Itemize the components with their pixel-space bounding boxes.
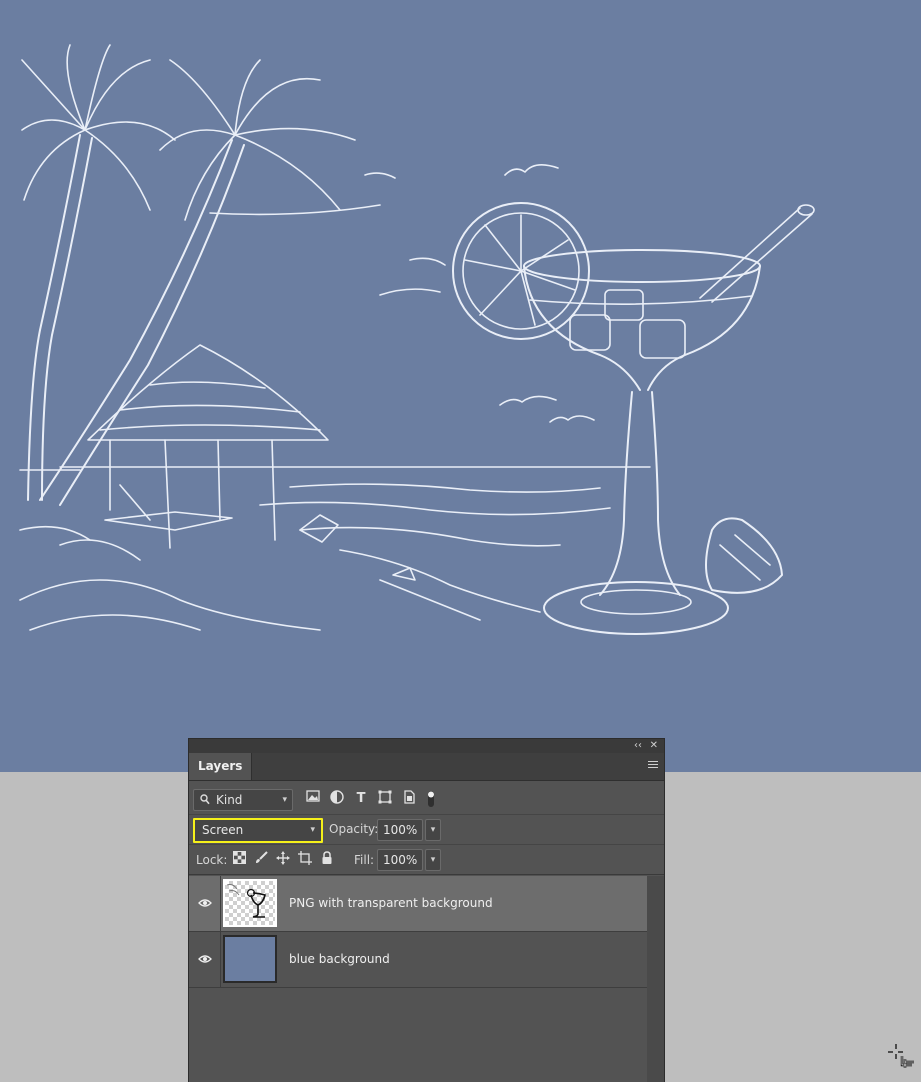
document-canvas[interactable] (0, 0, 921, 772)
chevron-down-icon: ▾ (282, 795, 287, 805)
lock-artboard-icon[interactable] (297, 851, 313, 867)
eye-icon (198, 955, 212, 963)
adjustment-filter-icon[interactable] (329, 790, 345, 808)
collapse-panel-icon[interactable]: ‹‹ (634, 739, 642, 753)
filter-toggle-icon[interactable] (423, 790, 439, 808)
filter-kind-label: Kind (216, 793, 243, 807)
close-panel-icon[interactable]: ✕ (650, 739, 658, 753)
layer-thumbnail[interactable] (223, 935, 277, 983)
smart-object-filter-icon[interactable] (401, 790, 417, 808)
fill-dropdown-button[interactable]: ▾ (425, 849, 441, 871)
opacity-field[interactable]: 100% (377, 819, 423, 841)
lock-position-icon[interactable] (275, 851, 291, 867)
type-filter-icon[interactable]: T (353, 790, 369, 808)
chevron-down-icon: ▾ (310, 825, 315, 835)
layer-row-png[interactable]: PNG with transparent background (189, 876, 647, 932)
layers-list: PNG with transparent background blue bac… (189, 876, 647, 1082)
panel-menu-icon[interactable] (648, 761, 658, 771)
layer-name[interactable]: blue background (289, 952, 390, 966)
lock-row: Lock: Fill: 100% ▾ (189, 846, 664, 875)
opacity-dropdown-button[interactable]: ▾ (425, 819, 441, 841)
visibility-toggle[interactable] (189, 876, 221, 931)
beach-cocktail-artwork (19, 44, 815, 635)
layer-row-blue-background[interactable]: blue background (189, 932, 647, 988)
tab-layers[interactable]: Layers (189, 753, 253, 780)
eye-icon (198, 899, 212, 907)
panel-title-bar[interactable]: ‹‹ ✕ (189, 739, 664, 753)
opacity-label: Opacity: (329, 822, 379, 836)
fill-field[interactable]: 100% (377, 849, 423, 871)
filter-kind-dropdown[interactable]: Kind ▾ (193, 789, 293, 811)
visibility-toggle[interactable] (189, 932, 221, 987)
blend-mode-value: Screen (202, 823, 244, 837)
opacity-value: 100% (383, 823, 418, 837)
crop-cursor-icon (888, 1044, 914, 1068)
layers-panel: ‹‹ ✕ Layers Kind ▾ T Screen ▾ Opacity: 1… (188, 738, 665, 1082)
lock-all-icon[interactable] (319, 851, 335, 867)
fill-label: Fill: (354, 853, 375, 867)
fill-value: 100% (383, 853, 418, 867)
cocktail-thumbnail-icon (226, 884, 266, 918)
layers-scrollbar[interactable] (647, 876, 664, 1082)
layer-thumbnail[interactable] (223, 879, 277, 927)
blend-mode-dropdown[interactable]: Screen ▾ (193, 818, 323, 843)
lock-image-pixels-icon[interactable] (253, 851, 269, 867)
layer-name[interactable]: PNG with transparent background (289, 896, 493, 910)
shape-filter-icon[interactable] (377, 790, 393, 808)
panel-tab-row: Layers (189, 753, 664, 781)
blend-mode-row: Screen ▾ Opacity: 100% ▾ (189, 816, 664, 845)
lock-transparent-pixels-icon[interactable] (231, 851, 247, 867)
image-filter-icon[interactable] (305, 790, 321, 808)
layer-filter-row: Kind ▾ T (189, 786, 664, 815)
search-icon (200, 794, 210, 805)
lock-label: Lock: (196, 853, 228, 867)
